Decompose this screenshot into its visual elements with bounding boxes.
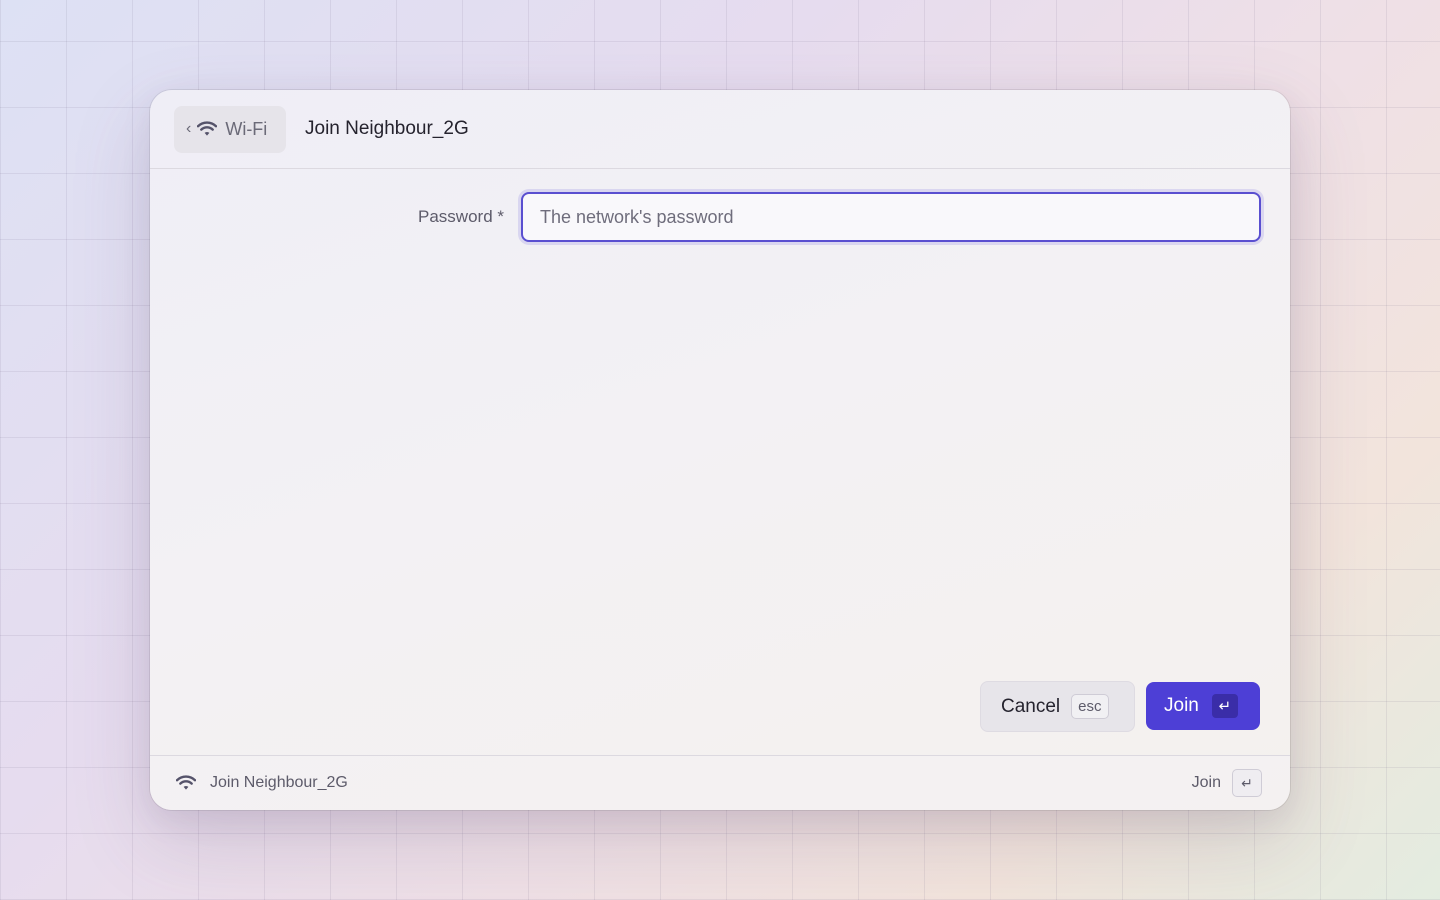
wifi-icon (197, 121, 218, 136)
join-button-label: Join (1164, 695, 1199, 716)
footer-status-text: Join Neighbour_2G (210, 774, 348, 791)
cancel-button[interactable]: Cancel esc (980, 681, 1135, 732)
dialog-header: ‹ Wi-Fi Join Neighbour_2G (150, 90, 1290, 169)
footer-join-action[interactable]: Join ↵ (1192, 769, 1262, 797)
cancel-button-label: Cancel (1001, 695, 1061, 717)
dialog-title: Join Neighbour_2G (305, 118, 469, 139)
footer-join-label: Join (1191, 774, 1221, 791)
join-network-dialog: ‹ Wi-Fi Join Neighbour_2G Password * Can… (150, 90, 1290, 810)
esc-shortcut-badge: esc (1071, 694, 1109, 719)
dialog-actions: Cancel esc Join ↵ (980, 681, 1260, 732)
return-key-icon: ↵ (1211, 694, 1238, 718)
wifi-icon (176, 775, 196, 790)
back-button-label: Wi-Fi (225, 118, 268, 139)
return-key-icon: ↵ (1232, 769, 1262, 797)
dialog-footer: Join Neighbour_2G Join ↵ (150, 755, 1290, 810)
back-to-wifi-button[interactable]: ‹ Wi-Fi (174, 105, 286, 153)
chevron-left-icon: ‹ (186, 120, 192, 137)
password-row: Password * (150, 192, 1290, 242)
join-button[interactable]: Join ↵ (1146, 682, 1260, 730)
password-label: Password * (418, 207, 504, 226)
password-input[interactable] (521, 192, 1261, 242)
